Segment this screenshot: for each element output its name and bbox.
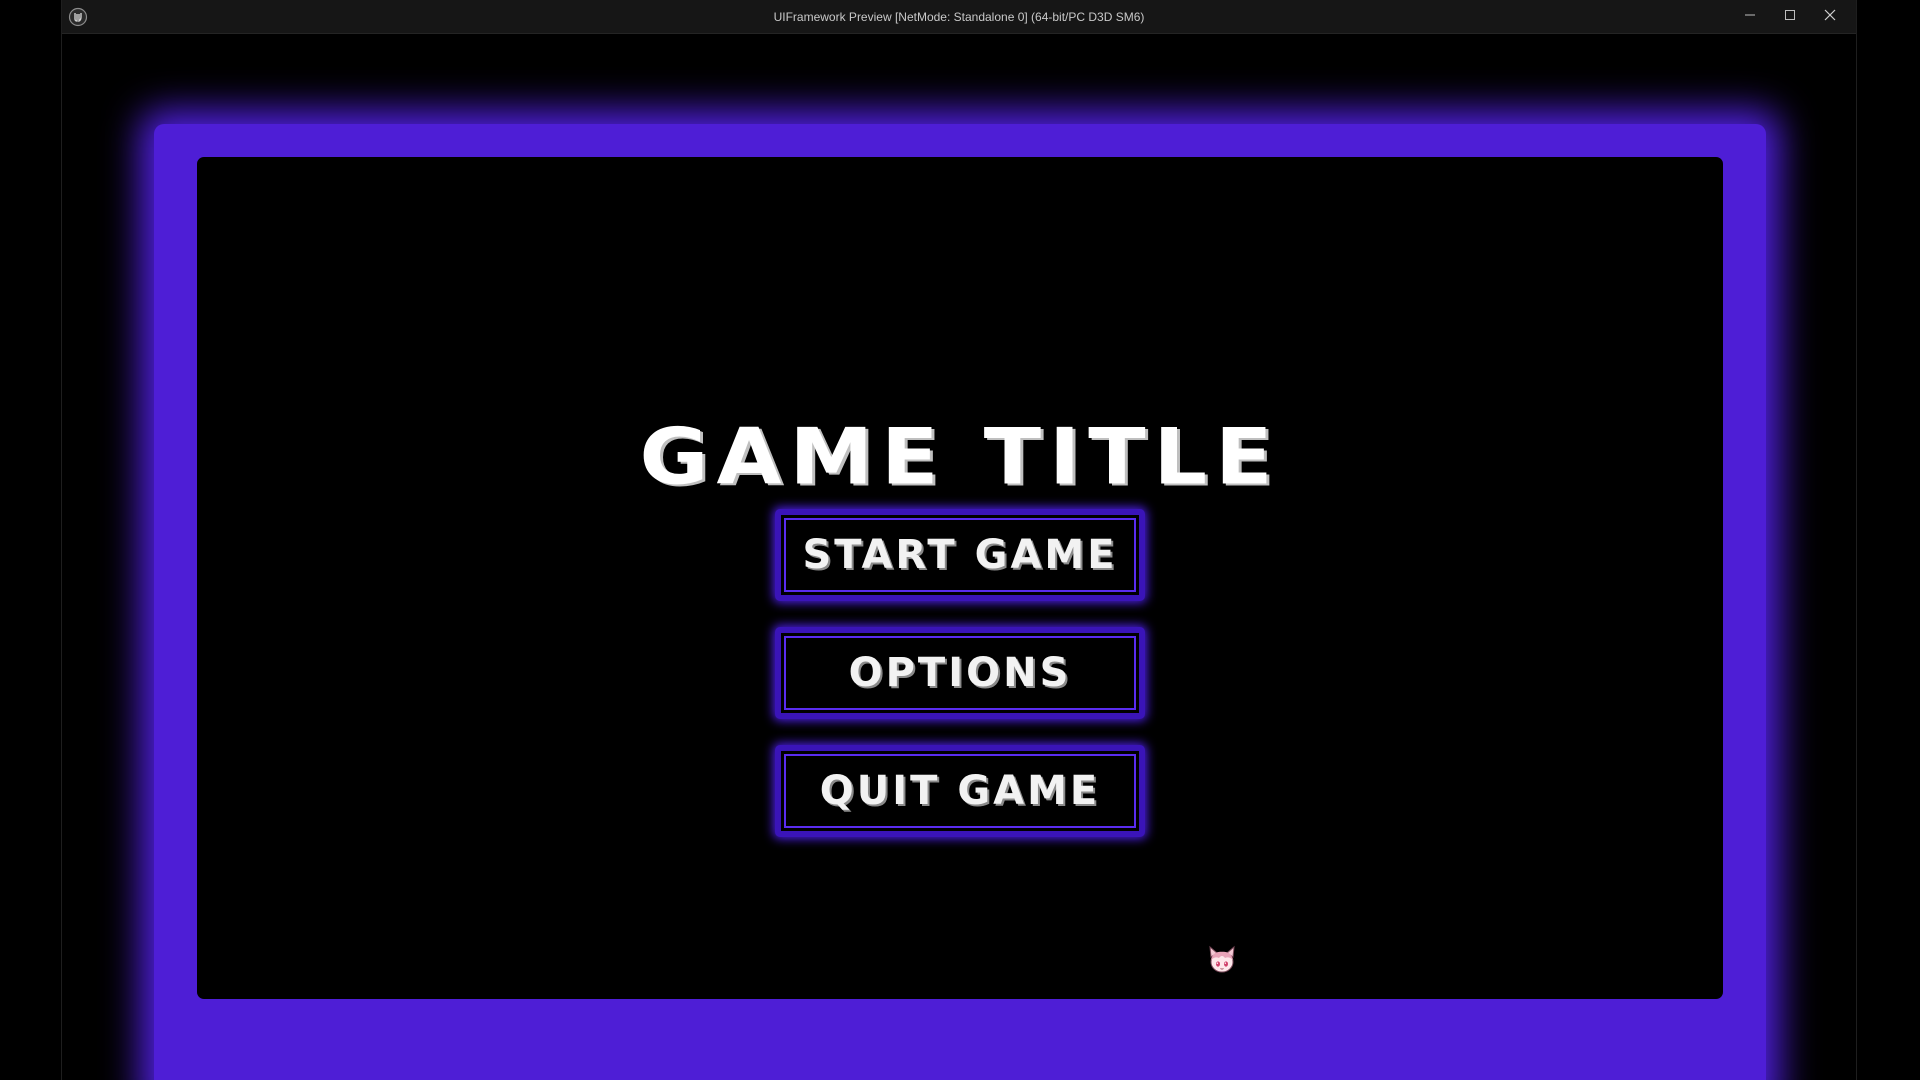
main-menu-panel: GAME TITLE START GAME OPTIONS QUIT GAME — [197, 157, 1723, 999]
anime-cat-girl-cursor-icon — [1209, 945, 1235, 973]
window-title: UIFramework Preview [NetMode: Standalone… — [773, 10, 1145, 24]
application-window: UIFramework Preview [NetMode: Standalone… — [61, 0, 1857, 1080]
minimize-icon — [1745, 14, 1755, 16]
game-viewport[interactable]: GAME TITLE START GAME OPTIONS QUIT GAME — [62, 34, 1856, 1080]
quit-game-label: QUIT GAME — [819, 768, 1101, 814]
quit-game-button[interactable]: QUIT GAME — [775, 745, 1145, 837]
options-label: OPTIONS — [848, 650, 1072, 696]
desktop-background: UIFramework Preview [NetMode: Standalone… — [0, 0, 1920, 1080]
minimize-button[interactable] — [1730, 0, 1770, 30]
close-button[interactable] — [1810, 0, 1850, 30]
close-icon — [1824, 9, 1836, 21]
start-game-label: START GAME — [802, 532, 1118, 578]
maximize-button[interactable] — [1770, 0, 1810, 30]
maximize-icon — [1785, 10, 1795, 20]
start-game-button[interactable]: START GAME — [775, 509, 1145, 601]
game-title: GAME TITLE — [639, 411, 1281, 503]
options-button[interactable]: OPTIONS — [775, 627, 1145, 719]
title-bar[interactable]: UIFramework Preview [NetMode: Standalone… — [62, 0, 1856, 34]
